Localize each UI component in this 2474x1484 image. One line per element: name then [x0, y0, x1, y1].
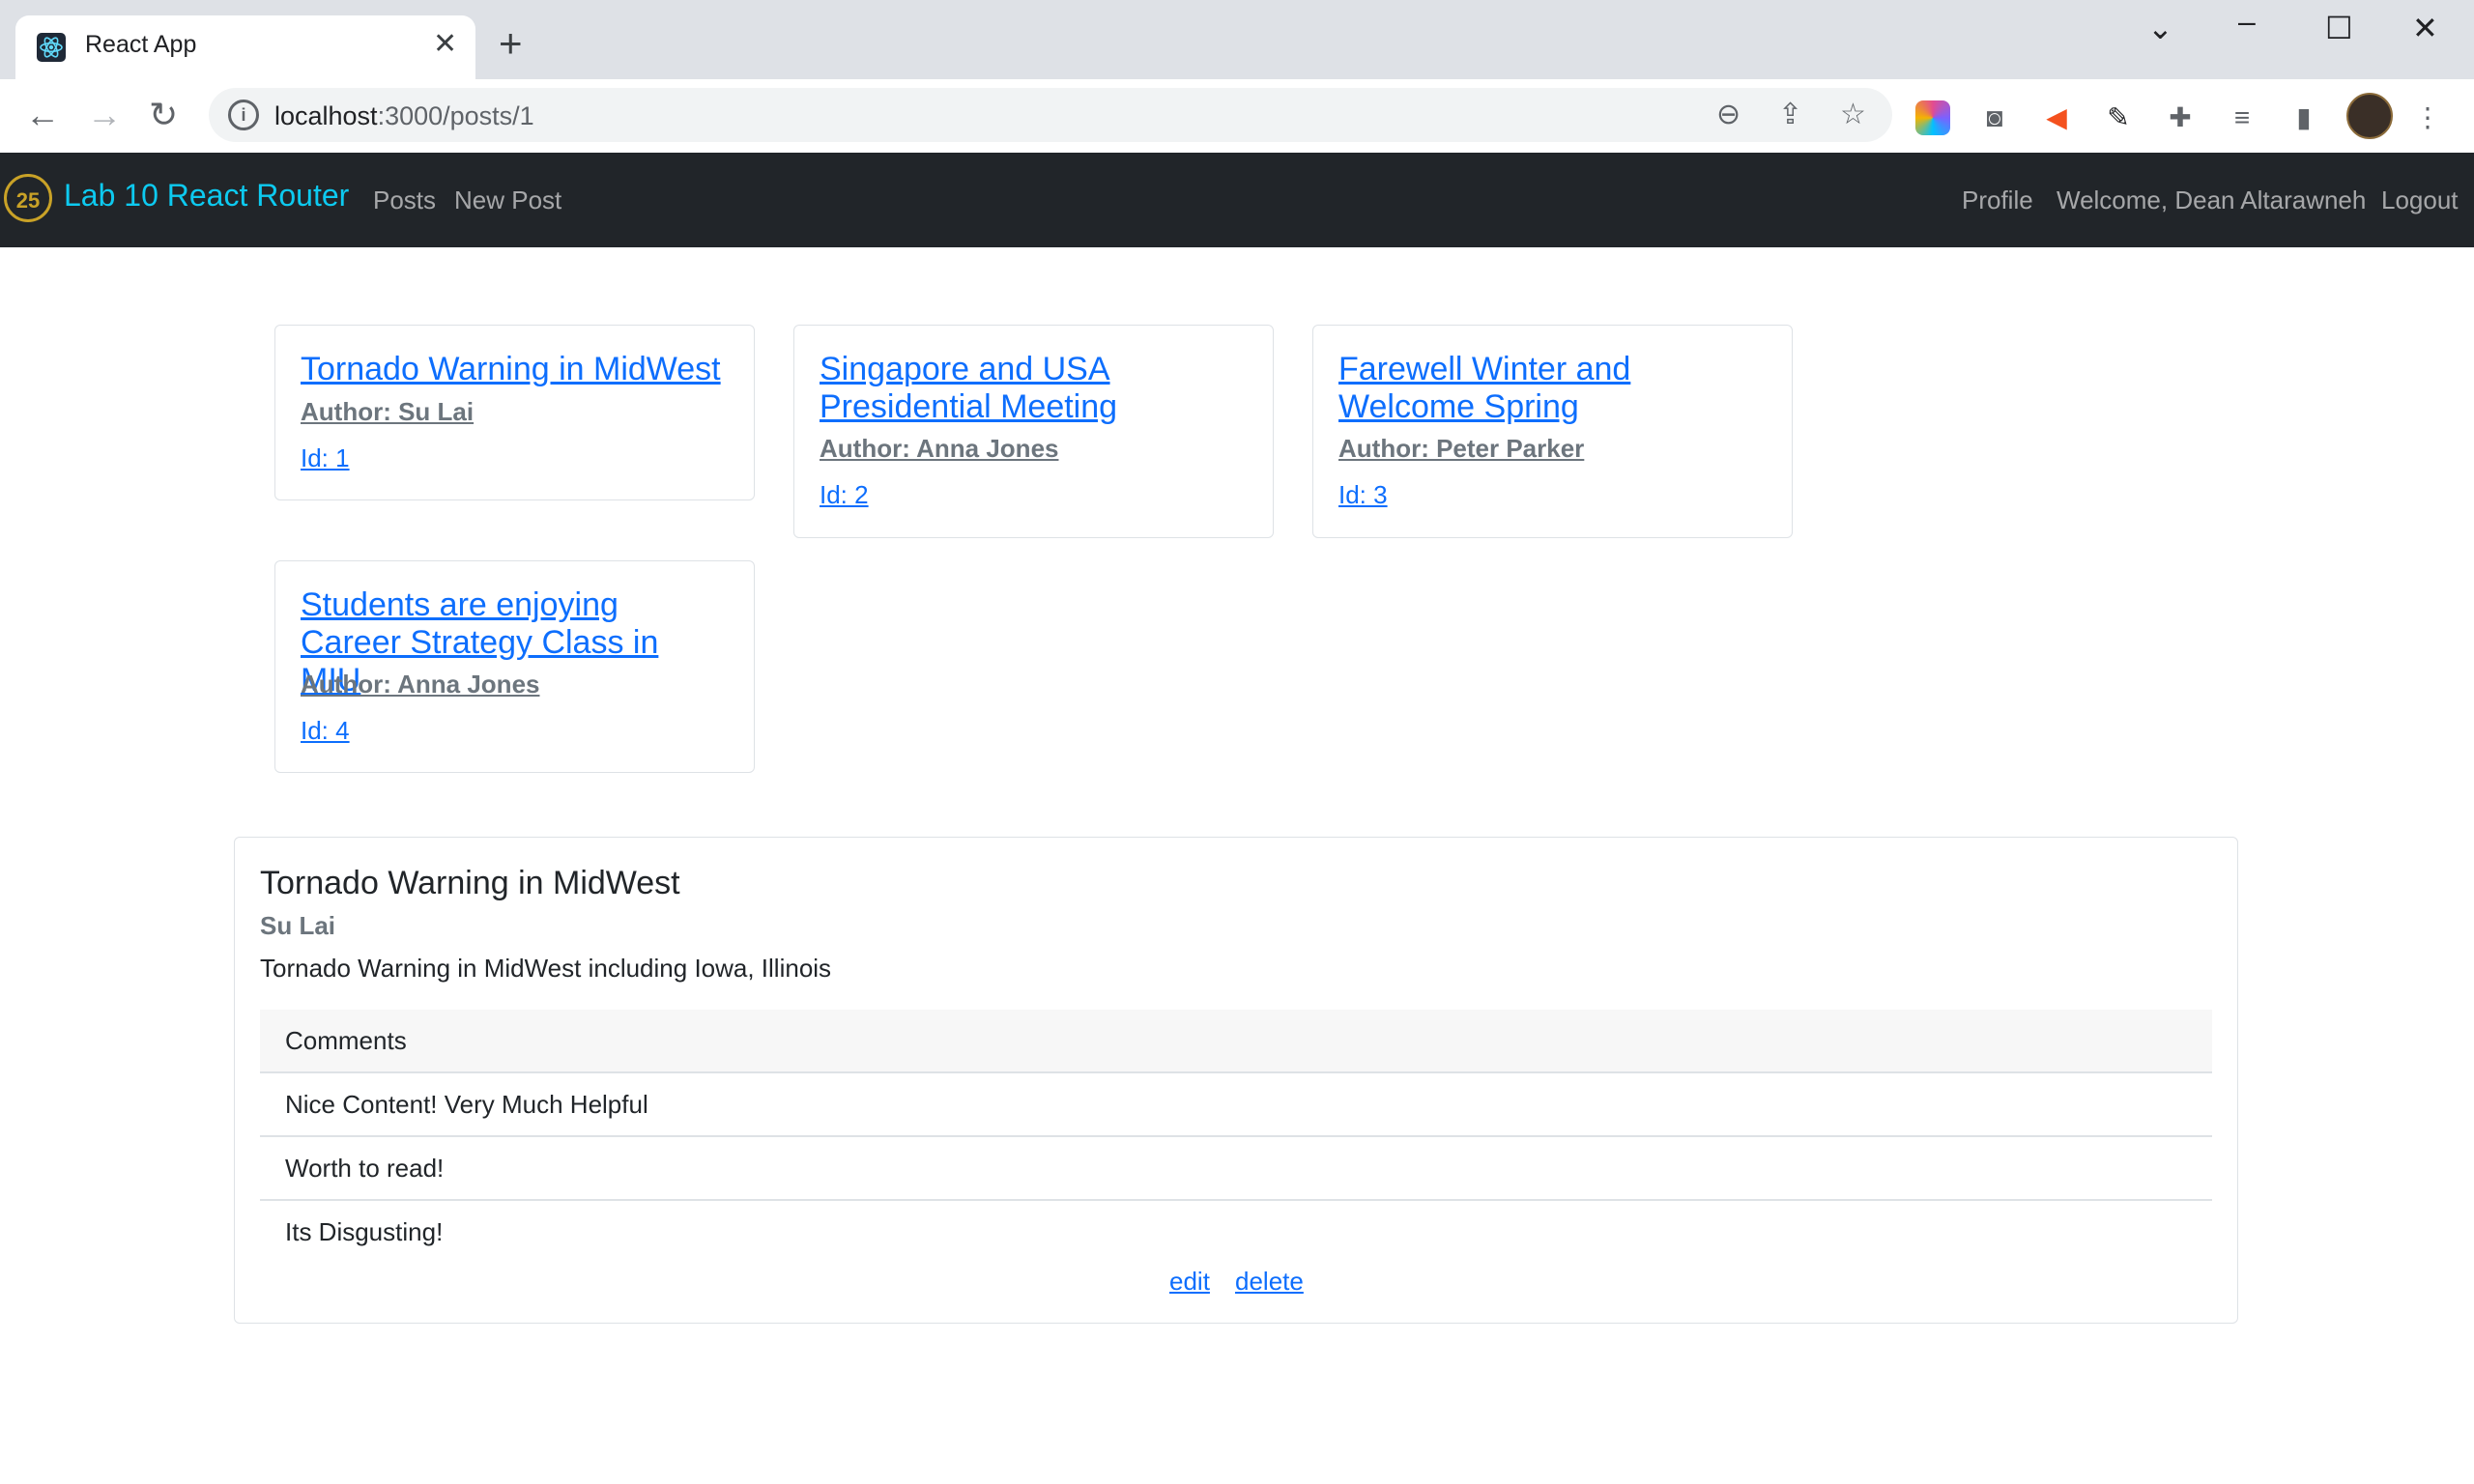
post-card: Farewell Winter and Welcome Spring Autho…	[1312, 325, 1793, 538]
comment-item: Nice Content! Very Much Helpful	[260, 1073, 2212, 1137]
post-detail: Tornado Warning in MidWest Su Lai Tornad…	[234, 837, 2238, 1324]
nav-posts-link[interactable]: Posts	[373, 186, 436, 215]
profile-avatar[interactable]	[2346, 93, 2393, 139]
tab-close-icon[interactable]: ✕	[433, 27, 457, 61]
site-info-icon[interactable]: i	[228, 100, 259, 130]
pen-extension-icon[interactable]: ✎	[2101, 100, 2136, 135]
react-favicon-icon	[37, 33, 66, 62]
nav-profile-link[interactable]: Profile	[1962, 186, 2033, 215]
nav-new-post-link[interactable]: New Post	[454, 186, 561, 215]
post-card: Singapore and USA Presidential Meeting A…	[793, 325, 1274, 538]
post-card: Tornado Warning in MidWest Author: Su La…	[274, 325, 755, 500]
post-title-link[interactable]: Tornado Warning in MidWest	[301, 351, 726, 388]
anniversary-logo-icon: 25	[4, 174, 52, 222]
post-id-link[interactable]: Id: 4	[301, 716, 350, 746]
post-author-link[interactable]: Author: Su Lai	[301, 397, 474, 427]
new-tab-icon[interactable]: +	[499, 23, 523, 64]
bookmark-star-icon[interactable]: ☆	[1840, 98, 1866, 131]
post-title-link[interactable]: Singapore and USA Presidential Meeting	[820, 351, 1245, 426]
edit-link[interactable]: edit	[1169, 1267, 1210, 1297]
comment-item: Its Disgusting!	[285, 1217, 444, 1246]
detail-author: Su Lai	[260, 911, 336, 940]
nav-logout-link[interactable]: Logout	[2381, 186, 2459, 215]
browser-tab[interactable]: React App ✕	[15, 15, 475, 79]
share-icon[interactable]: ⇪	[1778, 98, 1802, 131]
url-path: :3000/posts/1	[377, 101, 534, 130]
megaphone-extension-icon[interactable]: ◀	[2039, 100, 2074, 135]
maximize-icon[interactable]: ☐	[2325, 10, 2353, 46]
forward-icon[interactable]: →	[87, 95, 122, 135]
app-navbar: 25 Lab 10 React Router Posts New Post Pr…	[0, 153, 2474, 247]
detail-title: Tornado Warning in MidWest	[260, 865, 680, 901]
detail-body: Tornado Warning in MidWest including Iow…	[260, 954, 832, 983]
zoom-icon[interactable]: ⊖	[1716, 98, 1740, 131]
close-window-icon[interactable]: ✕	[2412, 10, 2438, 46]
camera-extension-icon[interactable]: ◙	[1977, 100, 2012, 135]
address-bar[interactable]: i localhost:3000/posts/1 ⊖ ⇪ ☆	[209, 88, 1892, 142]
post-id-link[interactable]: Id: 2	[820, 480, 869, 510]
extension-color-icon[interactable]	[1915, 100, 1950, 135]
extensions-puzzle-icon[interactable]: ✚	[2163, 100, 2198, 135]
comments-header: Comments	[260, 1010, 2212, 1073]
comment-item: Worth to read!	[260, 1137, 2212, 1201]
post-id-link[interactable]: Id: 1	[301, 443, 350, 473]
post-id-link[interactable]: Id: 3	[1338, 480, 1388, 510]
post-card: Students are enjoying Career Strategy Cl…	[274, 560, 755, 773]
post-author-link[interactable]: Author: Anna Jones	[820, 434, 1058, 464]
post-title-link[interactable]: Farewell Winter and Welcome Spring	[1338, 351, 1764, 426]
back-icon[interactable]: ←	[25, 95, 60, 135]
delete-link[interactable]: delete	[1235, 1267, 1304, 1297]
media-control-icon[interactable]: ≡	[2225, 100, 2259, 135]
minimize-icon[interactable]: –	[2238, 4, 2256, 40]
welcome-text: Welcome, Dean Altarawneh	[2057, 186, 2367, 214]
browser-menu-icon[interactable]: ⋮	[2410, 100, 2445, 135]
comments-list: Comments Nice Content! Very Much Helpful…	[260, 1010, 2212, 1263]
url-text: localhost:3000/posts/1	[274, 101, 534, 131]
tab-title: React App	[85, 31, 197, 58]
browser-tabstrip: React App ✕ + ⌄ – ☐ ✕	[0, 0, 2474, 79]
post-author-link[interactable]: Author: Anna Jones	[301, 670, 539, 699]
brand-link[interactable]: Lab 10 React Router	[64, 178, 349, 214]
browser-toolbar: ← → ↻ i localhost:3000/posts/1 ⊖ ⇪ ☆ ◙ ◀…	[0, 79, 2474, 154]
url-host: localhost	[274, 101, 378, 130]
reload-icon[interactable]: ↻	[149, 95, 178, 135]
side-panel-icon[interactable]: ▮	[2287, 100, 2321, 135]
post-author-link[interactable]: Author: Peter Parker	[1338, 434, 1584, 464]
tab-search-chevron-icon[interactable]: ⌄	[2147, 10, 2173, 46]
